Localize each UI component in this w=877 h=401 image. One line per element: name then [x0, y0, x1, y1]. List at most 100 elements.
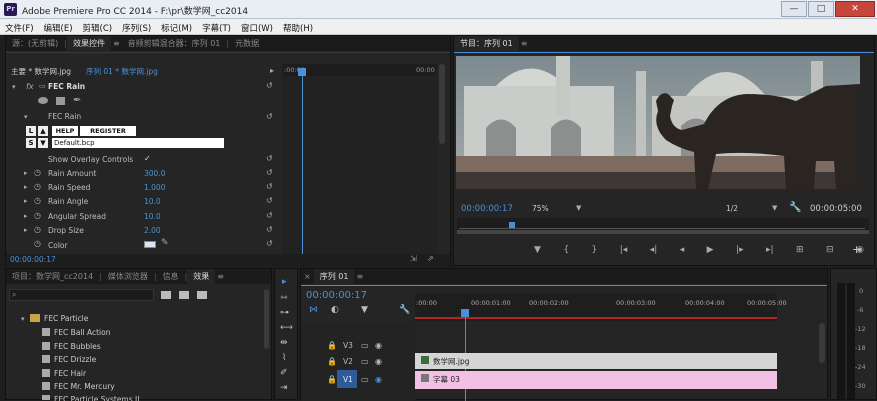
property-value[interactable]: 1.000 [144, 183, 165, 192]
back-frame-icon[interactable]: ◂ [680, 245, 685, 255]
program-timecode[interactable]: 00:00:00:17 [461, 204, 513, 214]
rolling-edit-tool-icon[interactable]: ⟷ [280, 323, 293, 333]
property-value[interactable]: 2.00 [144, 226, 161, 235]
effect-item[interactable]: FEC Ball Action [54, 328, 110, 337]
linked-selection-icon[interactable]: ◐ [331, 305, 339, 315]
lock-icon[interactable]: 🔒 [327, 375, 337, 384]
sync-lock-icon[interactable]: ▭ [361, 357, 369, 366]
reset-icon[interactable]: ↺ [266, 211, 273, 220]
mark-in-icon[interactable]: { [563, 245, 569, 255]
property-value[interactable]: 10.0 [144, 197, 161, 206]
wrench-icon[interactable]: 🔧 [399, 305, 410, 315]
save-button[interactable]: S [26, 138, 36, 148]
play-icon[interactable]: ▶ [707, 245, 714, 255]
reset-icon[interactable]: ↺ [266, 81, 273, 90]
panel-menu-icon[interactable]: ≡ [215, 269, 226, 284]
master-clip-label[interactable]: 主要 * 数学网.jpg [11, 66, 71, 77]
sequence-clip-label[interactable]: 序列 01 * 数学网.jpg [86, 66, 158, 77]
export-frame-icon[interactable]: ⇗ [427, 254, 434, 263]
tab-media-browser[interactable]: 媒体浏览器 [102, 269, 154, 284]
fx-toggle-icon[interactable]: ▭ [39, 82, 46, 90]
playhead-marker[interactable] [298, 68, 306, 76]
reset-icon[interactable]: ↺ [266, 112, 273, 121]
property-value[interactable]: 10.0 [144, 212, 161, 221]
collapse-arrow-icon[interactable]: ▾ [21, 315, 25, 323]
stopwatch-icon[interactable]: ◷ [34, 225, 41, 234]
preset-field[interactable]: Default.bcp [52, 138, 224, 148]
menu-title[interactable]: 字幕(T) [197, 19, 236, 34]
step-forward-icon[interactable]: |▸ [736, 245, 744, 255]
effect-item[interactable]: FEC Particle Systems II [54, 395, 139, 401]
menu-clip[interactable]: 剪辑(C) [78, 19, 118, 34]
load-button[interactable]: L [26, 126, 36, 136]
expand-arrow-icon[interactable]: ▸ [24, 183, 28, 191]
menu-file[interactable]: 文件(F) [0, 19, 39, 34]
menu-window[interactable]: 窗口(W) [236, 19, 278, 34]
reset-icon[interactable]: ↺ [266, 154, 273, 163]
tab-metadata[interactable]: 元数据 [229, 36, 265, 51]
expand-arrow-icon[interactable]: ▸ [24, 169, 28, 177]
effects-search-input[interactable] [9, 289, 154, 301]
effect-timecode[interactable]: 00:00:00:17 [10, 255, 56, 264]
tab-sequence[interactable]: 序列 01 [313, 269, 355, 284]
tab-program[interactable]: 节目：序列 01 [454, 36, 519, 51]
stopwatch-icon[interactable]: ◷ [34, 211, 41, 220]
reset-icon[interactable]: ↺ [266, 168, 273, 177]
add-marker-icon[interactable]: ▼ [534, 245, 541, 255]
scrollbar[interactable] [819, 323, 825, 363]
sync-lock-icon[interactable]: ▭ [361, 341, 369, 350]
mark-out-icon[interactable]: } [592, 245, 598, 255]
menu-help[interactable]: 帮助(H) [278, 19, 318, 34]
expand-arrow-icon[interactable]: ▸ [24, 212, 28, 220]
go-to-out-icon[interactable]: ▸| [766, 245, 774, 255]
arrow-down-icon[interactable]: ▼ [38, 138, 48, 148]
selection-tool-icon[interactable]: ▸ [282, 277, 287, 287]
quality-dropdown[interactable]: 1/2 [726, 204, 738, 213]
work-area-bar[interactable] [415, 317, 777, 319]
step-back-icon[interactable]: ◂| [650, 245, 658, 255]
panel-menu-icon[interactable]: ≡ [111, 36, 122, 51]
property-value[interactable]: 300.0 [144, 169, 165, 178]
program-playhead[interactable] [509, 222, 515, 228]
tab-audio-clip-mixer[interactable]: 音频剪辑混合器：序列 01 [122, 36, 227, 51]
eyedropper-icon[interactable]: ✎ [161, 238, 169, 248]
zoom-dropdown[interactable]: 75% [532, 204, 549, 213]
fx-icon[interactable]: fx [26, 82, 34, 91]
filter-icon[interactable]: ⇲ [410, 254, 417, 263]
go-to-in-icon[interactable]: |◂ [620, 245, 628, 255]
razor-tool-icon[interactable]: ⌇ [282, 353, 286, 363]
expand-arrow-icon[interactable]: ▸ [270, 66, 274, 75]
zoom-scroll-bar[interactable] [457, 230, 869, 234]
collapse-arrow-icon[interactable]: ▾ [12, 83, 16, 91]
expand-arrow-icon[interactable]: ▸ [24, 197, 28, 205]
register-button[interactable]: REGISTER [80, 126, 136, 136]
tab-info[interactable]: 信息 [157, 269, 185, 284]
reset-icon[interactable]: ↺ [266, 239, 273, 248]
extract-icon[interactable]: ⊟ [826, 245, 834, 255]
minimize-button[interactable]: — [781, 1, 807, 17]
rectangle-mask-icon[interactable] [56, 97, 65, 105]
folder-label[interactable]: FEC Particle [44, 314, 88, 323]
maximize-button[interactable]: □ [808, 1, 834, 17]
add-button[interactable]: + [852, 243, 861, 256]
tab-source[interactable]: 源：(无剪辑) [6, 36, 64, 51]
lock-icon[interactable]: 🔒 [327, 357, 337, 366]
yuv-effects-icon[interactable] [197, 291, 207, 299]
eye-icon[interactable]: ◉ [375, 341, 382, 350]
effect-item[interactable]: FEC Drizzle [54, 355, 96, 364]
effect-item[interactable]: FEC Mr. Mercury [54, 382, 115, 391]
close-tab-icon[interactable]: × [301, 269, 314, 284]
menu-sequence[interactable]: 序列(S) [117, 19, 156, 34]
clip-title[interactable] [415, 371, 777, 389]
help-button[interactable]: HELP [52, 126, 78, 136]
pen-mask-icon[interactable]: ✒ [73, 95, 81, 106]
stopwatch-icon[interactable]: ◷ [34, 239, 41, 248]
pen-tool-icon[interactable]: ✐ [280, 368, 288, 378]
sync-lock-icon[interactable]: ▭ [361, 375, 369, 384]
tab-project[interactable]: 项目：数学网_cc2014 [6, 269, 99, 284]
scrollbar[interactable] [264, 289, 269, 349]
eye-icon[interactable]: ◉ [375, 357, 382, 366]
timeline-timecode[interactable]: 00:00:00:17 [306, 290, 367, 301]
video-frame[interactable] [456, 56, 860, 189]
expand-arrow-icon[interactable]: ▸ [24, 226, 28, 234]
